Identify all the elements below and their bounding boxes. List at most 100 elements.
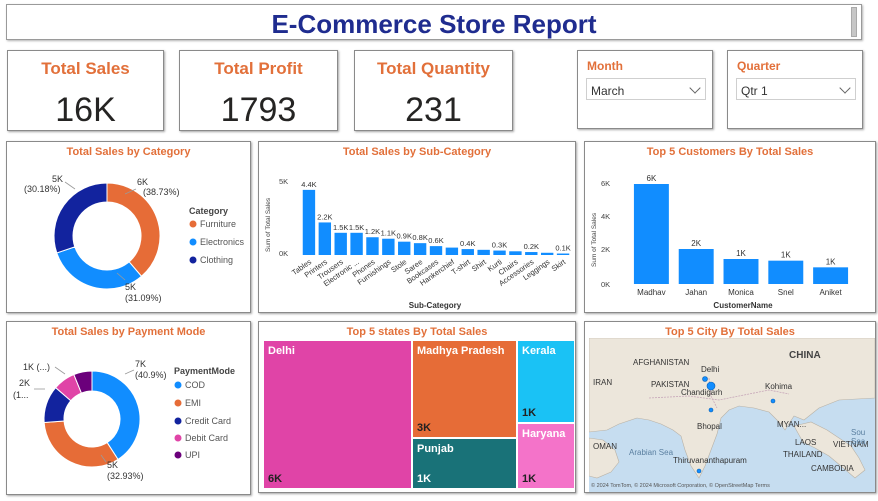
bar-madhav[interactable] <box>633 184 669 284</box>
legend-item-clothing[interactable]: Clothing <box>200 255 233 265</box>
map-label-arabian-sea: Arabian Sea <box>629 448 674 457</box>
bar-chairs[interactable] <box>509 251 522 255</box>
bar-saree[interactable] <box>413 243 427 255</box>
treemap-tile-kerala[interactable]: Kerala 1K <box>518 341 574 422</box>
slice-pct-label: (38.73%) <box>143 187 180 197</box>
category-donut-chart: 6K (38.73%) 5K (31.09%) 5K (30.18%) Cate… <box>24 174 245 303</box>
bar-data-label: 0.6K <box>428 236 443 245</box>
slice-pct-label: (30.18%) <box>24 184 61 194</box>
legend-item-debit-card[interactable]: Debit Card <box>185 433 228 443</box>
city-bubble-kohima[interactable] <box>770 398 776 404</box>
city-map-card: Top 5 City By Total Sales CHINA AFGHANIS… <box>584 321 876 493</box>
quarter-dropdown[interactable]: Qtr 1 <box>736 78 856 100</box>
city-map[interactable]: CHINA AFGHANISTAN PAKISTAN IRAN OMAN Del… <box>589 338 875 492</box>
bar-tables[interactable] <box>302 189 316 255</box>
legend-item-electronics[interactable]: Electronics <box>200 237 245 247</box>
treemap-tile-haryana[interactable]: Haryana 1K <box>518 424 574 488</box>
slice-pct-label: (32.93%) <box>107 471 144 481</box>
map-label-china: CHINA <box>789 350 821 361</box>
bar-data-label: 1K <box>781 251 791 260</box>
bar-aniket[interactable] <box>813 267 849 284</box>
bar-data-label: 1.5K <box>333 223 348 232</box>
bar-phones[interactable] <box>366 237 379 255</box>
map-label-cambodia: CAMBODIA <box>811 464 854 473</box>
category-chart-card: Total Sales by Category 6K (38.73%) 5K (… <box>6 141 251 313</box>
chevron-down-icon <box>839 82 851 94</box>
treemap-tile-madhya-pradesh[interactable]: Madhya Pradesh 3K <box>413 341 516 437</box>
slice-value-label: 6K <box>137 177 148 187</box>
city-bubble-thiruvananthapuram[interactable] <box>696 468 702 474</box>
legend-item-upi[interactable]: UPI <box>185 450 200 460</box>
customers-bar-chart: Sum of Total Sales 6K 4K 2K 0K 6K Madhav 2… <box>591 174 849 310</box>
bar-furnishings[interactable] <box>382 238 395 255</box>
bar-snel[interactable] <box>768 260 804 284</box>
kpi-card-total-profit: Total Profit 1793 <box>179 50 338 131</box>
kpi-card-total-sales: Total Sales 16K <box>7 50 164 131</box>
tile-label: Haryana <box>522 428 566 440</box>
month-dropdown-value: March <box>591 84 625 98</box>
bar-shirt[interactable] <box>477 249 490 255</box>
legend-item-cod[interactable]: COD <box>185 380 206 390</box>
bar-accessories[interactable] <box>525 252 538 255</box>
city-bubble-bhopal[interactable] <box>708 407 714 413</box>
bar-t-shirt[interactable] <box>461 249 474 255</box>
y-axis-title: Sum of Total Sales <box>265 197 272 252</box>
kpi-label: Total Profit <box>214 59 303 78</box>
legend-item-furniture[interactable]: Furniture <box>200 219 236 229</box>
slice-pct-label: (31.09%) <box>125 293 162 303</box>
y-tick-label: 0K <box>601 280 610 289</box>
map-label-oman: OMAN <box>593 442 617 451</box>
customers-chart-card: Top 5 Customers By Total Sales Sum of To… <box>584 141 876 313</box>
x-axis-title: Sub-Category <box>409 301 462 310</box>
payment-donut-chart: 7K (40.9%) 5K (32.93%) 2K (1... 1K (...)… <box>13 359 235 481</box>
bar-jahan[interactable] <box>678 249 714 284</box>
city-bubble-chandigarh[interactable] <box>702 376 708 382</box>
map-copyright: © 2024 TomTom, © 2024 Microsoft Corporat… <box>591 483 770 489</box>
legend-item-emi[interactable]: EMI <box>185 398 201 408</box>
bar-kurti[interactable] <box>493 250 506 255</box>
bar-electronic-[interactable] <box>350 232 363 255</box>
donut-slice-clothing[interactable] <box>53 182 108 254</box>
x-tick-label: Aniket <box>819 288 842 297</box>
legend-title: PaymentMode <box>174 366 235 376</box>
chart-title: Top 5 City By Total Sales <box>665 326 795 338</box>
legend-marker <box>189 220 197 228</box>
bar-data-label: 1.2K <box>365 227 380 236</box>
x-tick-label: Snel <box>778 288 794 297</box>
bar-printers[interactable] <box>318 222 332 255</box>
bar-bookcases[interactable] <box>429 246 443 255</box>
bar-data-label: 0.3K <box>492 241 507 250</box>
bar-data-label: 2K <box>691 239 701 248</box>
bar-monica[interactable] <box>723 259 759 284</box>
bar-stole[interactable] <box>398 241 411 255</box>
y-tick-label: 0K <box>279 249 288 258</box>
treemap-tile-punjab[interactable]: Punjab 1K <box>413 439 516 488</box>
month-dropdown[interactable]: March <box>586 78 706 100</box>
scrollbar-thumb[interactable] <box>851 7 857 37</box>
x-axis-title: CustomerName <box>713 301 773 310</box>
slice-pct-label: (1... <box>13 390 29 400</box>
bar-trousers[interactable] <box>334 232 347 255</box>
report-title: E-Commerce Store Report <box>271 9 597 39</box>
bar-skirt[interactable] <box>556 253 570 255</box>
slice-value-label: 7K <box>135 359 146 369</box>
legend-marker <box>174 417 182 425</box>
treemap-tile-delhi[interactable]: Delhi 6K <box>264 341 411 488</box>
bar-hankerchief[interactable] <box>445 247 459 255</box>
tile-value: 1K <box>522 407 537 419</box>
subcategory-bar-chart: Sum of Total Sales 5K 0K 4.4KTables2.2KP… <box>265 177 571 310</box>
y-axis-title: Sum of Total Sales <box>591 212 598 267</box>
map-label-myanmar: MYAN... <box>777 420 807 429</box>
kpi-value: 231 <box>405 91 462 129</box>
slice-value-label: 2K <box>19 378 30 388</box>
kpi-label: Total Quantity <box>376 59 490 78</box>
tile-value: 1K <box>522 473 537 485</box>
legend-item-credit-card[interactable]: Credit Card <box>185 416 231 426</box>
bar-leggings[interactable] <box>540 252 554 255</box>
y-tick-label: 5K <box>279 177 288 186</box>
chevron-down-icon <box>689 82 701 94</box>
map-label-south-sea: Sou Sea <box>851 428 866 446</box>
tile-label: Madhya Pradesh <box>417 345 505 357</box>
report-header: E-Commerce Store Report <box>6 4 862 40</box>
bar-data-label: 0.9K <box>397 232 412 241</box>
